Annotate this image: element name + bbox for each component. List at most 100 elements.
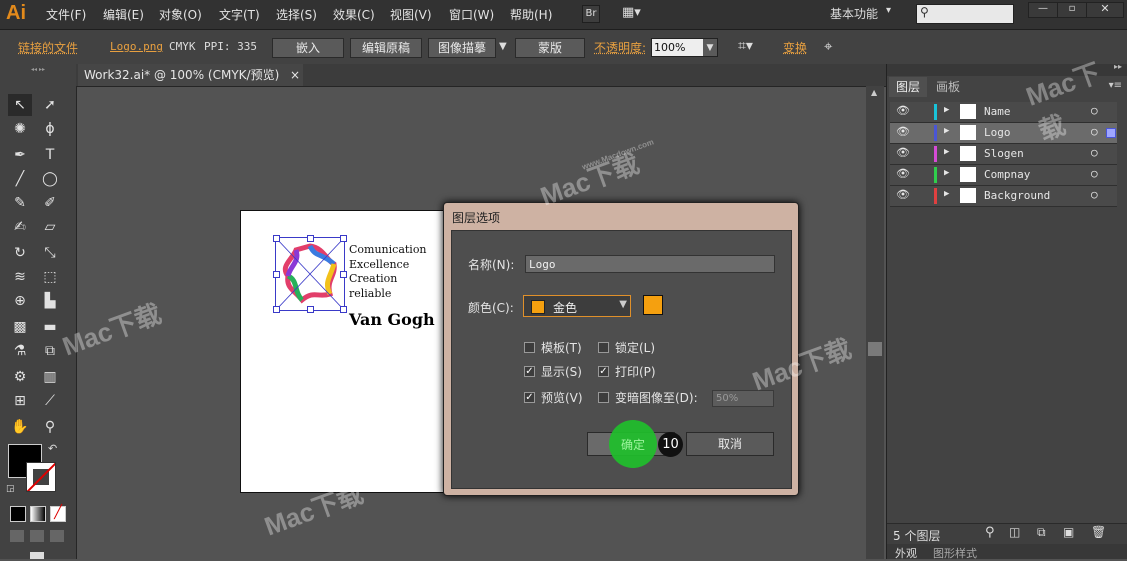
maximize-button[interactable]: ▫ [1057,2,1087,18]
layer-row[interactable]: 👁 ▶ Background ○ [890,186,1117,207]
selection-handle[interactable] [307,235,314,242]
slice-tool-icon[interactable]: ⟋ [38,390,62,412]
arrange-documents-icon[interactable]: ▦▾ [622,5,650,23]
dim-checkbox[interactable] [598,392,609,403]
selection-handle[interactable] [273,271,280,278]
color-preview-swatch[interactable] [643,295,663,315]
vertical-scrollbar[interactable]: ▲ [866,86,884,559]
shape-builder-tool-icon[interactable]: ⊕ [8,290,32,312]
layer-name[interactable]: Slogen [984,147,1024,160]
default-colors-icon[interactable]: ◲ [6,484,15,494]
mask-button[interactable]: 蒙版 [515,38,585,58]
layer-row[interactable]: 👁 ▶ Compnay ○ [890,165,1117,186]
scroll-up-icon[interactable]: ▲ [871,88,877,97]
scale-tool-icon[interactable]: ⤡ [38,242,62,264]
zoom-tool-icon[interactable]: ⚲ [38,416,62,438]
free-transform-tool-icon[interactable]: ⬚ [38,266,62,288]
expand-triangle-icon[interactable]: ▶ [944,168,949,178]
perspective-grid-tool-icon[interactable]: ▙ [38,290,62,312]
lock-checkbox[interactable] [598,342,609,353]
target-circle-icon[interactable]: ○ [1091,188,1098,201]
tab-layers[interactable]: 图层 [889,77,927,97]
make-clipping-mask-icon[interactable]: ◫ [1009,525,1020,539]
align-grid-icon[interactable]: ⌗▾ [738,38,753,54]
selection-handle[interactable] [340,235,347,242]
brand-name[interactable]: Van Gogh [349,310,435,329]
transform-link[interactable]: 变换 [783,39,807,56]
menu-object[interactable]: 对象(O) [159,6,202,23]
draw-inside-icon[interactable] [50,530,64,542]
close-tab-icon[interactable]: × [290,64,300,86]
mesh-tool-icon[interactable]: ▩ [8,316,32,338]
layer-name[interactable]: Background [984,189,1050,202]
selection-handle[interactable] [340,306,347,313]
edit-original-button[interactable]: 编辑原稿 [350,38,422,58]
menu-file[interactable]: 文件(F) [46,6,86,23]
lasso-tool-icon[interactable]: ϕ [38,118,62,140]
visibility-eye-icon[interactable]: 👁 [896,125,910,138]
line-tool-icon[interactable]: ╱ [8,168,32,190]
selection-handle[interactable] [307,306,314,313]
expand-triangle-icon[interactable]: ▶ [944,147,949,157]
scroll-thumb[interactable] [868,342,882,356]
slogan-text[interactable]: Comunication Excellence Creation reliabl… [349,243,427,301]
menu-view[interactable]: 视图(V) [390,6,432,23]
selection-indicator[interactable] [1106,128,1116,138]
graph-tool-icon[interactable]: ▥ [38,366,62,388]
artboard-tool-icon[interactable]: ⊞ [8,390,32,412]
search-input[interactable]: ⚲ [916,4,1014,24]
new-sublayer-icon[interactable]: ⧉ [1037,525,1046,540]
bridge-button[interactable]: Br [582,5,600,23]
eyedropper-tool-icon[interactable]: ⚗ [8,340,32,362]
stroke-swatch[interactable] [26,462,56,492]
target-circle-icon[interactable]: ○ [1091,146,1098,159]
image-trace-button[interactable]: 图像描摹 [428,38,496,58]
hand-tool-icon[interactable]: ✋ [8,416,32,438]
magic-wand-tool-icon[interactable]: ✺ [8,118,32,140]
layer-row[interactable]: 👁 ▶ Slogen ○ [890,144,1117,165]
trace-dropdown-icon[interactable]: ▼ [499,41,507,52]
visibility-eye-icon[interactable]: 👁 [896,104,910,117]
target-circle-icon[interactable]: ○ [1091,167,1098,180]
visibility-eye-icon[interactable]: 👁 [896,188,910,201]
tab-artboards[interactable]: 画板 [929,77,967,97]
color-select[interactable]: 金色 ▼ [523,295,631,317]
layer-name[interactable]: Logo [984,126,1011,139]
none-mode-icon[interactable]: ╱ [50,506,66,522]
print-checkbox[interactable]: ✓ [598,366,609,377]
direct-selection-tool-icon[interactable]: ➚ [38,94,62,116]
draw-normal-icon[interactable] [10,530,24,542]
type-tool-icon[interactable]: T [38,144,62,166]
menu-type[interactable]: 文字(T) [219,6,260,23]
swap-fill-stroke-icon[interactable]: ↶ [48,442,57,455]
chevron-down-icon[interactable]: ▼ [619,299,627,310]
pencil-tool-icon[interactable]: ✐ [38,192,62,214]
template-checkbox[interactable] [524,342,535,353]
ellipse-tool-icon[interactable]: ◯ [38,168,62,190]
draw-behind-icon[interactable] [30,530,44,542]
paintbrush-tool-icon[interactable]: ✎ [8,192,32,214]
gradient-mode-icon[interactable] [30,506,46,522]
screen-mode-icon[interactable] [30,552,44,559]
selection-handle[interactable] [273,235,280,242]
blend-tool-icon[interactable]: ⧉ [38,340,62,362]
menu-effect[interactable]: 效果(C) [333,6,375,23]
blob-brush-tool-icon[interactable]: ✍ [8,216,32,238]
menu-edit[interactable]: 编辑(E) [103,6,144,23]
menu-window[interactable]: 窗口(W) [449,6,494,23]
width-tool-icon[interactable]: ≋ [8,266,32,288]
preview-checkbox[interactable]: ✓ [524,392,535,403]
color-mode-icon[interactable] [10,506,26,522]
chevron-down-icon[interactable]: ▼ [703,39,717,56]
expand-triangle-icon[interactable]: ▶ [944,105,949,115]
expand-triangle-icon[interactable]: ▶ [944,126,949,136]
minimize-button[interactable]: — [1028,2,1058,18]
selection-tool-icon[interactable]: ↖ [8,94,32,116]
visibility-eye-icon[interactable]: 👁 [896,146,910,159]
rotate-tool-icon[interactable]: ↻ [8,242,32,264]
opacity-label[interactable]: 不透明度: [594,39,646,56]
logo-image[interactable] [273,235,347,313]
visibility-eye-icon[interactable]: 👁 [896,167,910,180]
delete-layer-icon[interactable]: 🗑 [1091,525,1106,539]
panel-collapse-icon[interactable]: ◂◂ ▸▸ [5,66,71,73]
